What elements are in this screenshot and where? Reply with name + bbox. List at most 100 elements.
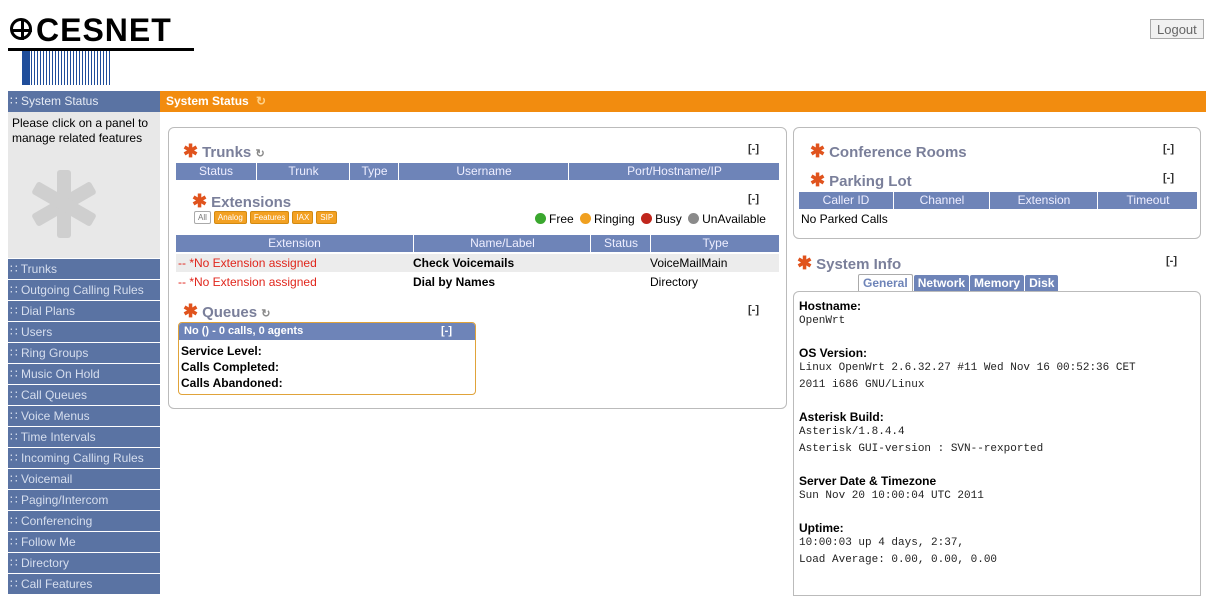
- column-header[interactable]: Extension: [176, 235, 413, 252]
- service-level-label: Service Level:: [181, 344, 262, 358]
- column-header[interactable]: Name/Label: [413, 235, 591, 252]
- queue-toggle[interactable]: [-]: [441, 323, 452, 340]
- table-row[interactable]: -- *No Extension assigned Dial by Names …: [176, 273, 779, 291]
- asterisk-icon: ✱: [192, 191, 208, 211]
- logout-button[interactable]: Logout: [1150, 19, 1204, 39]
- column-header[interactable]: Port/Hostname/IP: [568, 163, 780, 180]
- filter-analog[interactable]: Analog: [213, 211, 247, 225]
- asterisk-icon: ✱: [810, 170, 826, 190]
- grid-icon: ∷: [10, 493, 21, 507]
- table-row[interactable]: -- *No Extension assigned Check Voicemai…: [176, 254, 779, 272]
- system-info-toggle[interactable]: [-]: [1166, 255, 1177, 267]
- column-header[interactable]: Username: [398, 163, 569, 180]
- sidebar-item-conferencing[interactable]: ∷ Conferencing: [8, 510, 160, 531]
- sidebar-item-incoming-calling-rules[interactable]: ∷ Incoming Calling Rules: [8, 447, 160, 468]
- sidebar-item-voicemail[interactable]: ∷ Voicemail: [8, 468, 160, 489]
- sidebar-item-dial-plans[interactable]: ∷ Dial Plans: [8, 300, 160, 321]
- asterisk-gui-line: Asterisk GUI-version : SVN--rexported: [799, 443, 1044, 455]
- extensions-toggle[interactable]: [-]: [748, 193, 759, 205]
- tab-general[interactable]: General: [858, 274, 913, 292]
- column-header[interactable]: Trunk: [256, 163, 350, 180]
- column-header[interactable]: Caller ID: [799, 192, 893, 209]
- trunks-title[interactable]: ✱ Trunks ↻: [183, 141, 265, 162]
- cesnet-logo: CESNET: [8, 8, 198, 88]
- sidebar-item-call-features[interactable]: ∷ Call Features: [8, 573, 160, 594]
- calls-completed-label: Calls Completed:: [181, 360, 280, 374]
- brand-name: CESNET: [36, 12, 172, 48]
- asterisk-icon: ✱: [183, 301, 199, 321]
- hostname-value: OpenWrt: [799, 315, 846, 327]
- page-title-bar: System Status ↻: [160, 91, 1206, 112]
- queue-card: No () - 0 calls, 0 agents [-] Service Le…: [178, 322, 476, 395]
- queues-toggle[interactable]: [-]: [748, 304, 759, 316]
- sidebar-item-paging-intercom[interactable]: ∷ Paging/Intercom: [8, 489, 160, 510]
- extensions-table-header: Extension Name/Label Status Type: [176, 235, 779, 252]
- grid-icon: ∷: [10, 325, 21, 339]
- column-header[interactable]: Type: [349, 163, 399, 180]
- extension-cell: -- *No Extension assigned: [178, 275, 317, 289]
- load-average-line: Load Average: 0.00, 0.00, 0.00: [799, 554, 998, 566]
- column-header[interactable]: Extension: [989, 192, 1098, 209]
- no-parked-calls: No Parked Calls: [801, 212, 888, 226]
- asterisk-icon: ✱: [810, 141, 826, 161]
- ringing-status-icon: [580, 213, 592, 224]
- column-header[interactable]: Channel: [893, 192, 990, 209]
- sidebar-item-ring-groups[interactable]: ∷ Ring Groups: [8, 342, 160, 363]
- queues-title[interactable]: ✱ Queues ↻: [183, 301, 271, 322]
- server-date-label: Server Date & Timezone: [799, 474, 937, 488]
- tab-network[interactable]: Network: [913, 275, 970, 292]
- trunks-table-header: Status Trunk Type Username Port/Hostname…: [176, 163, 779, 180]
- grid-icon: ∷: [10, 409, 21, 423]
- filter-features[interactable]: Features: [249, 211, 290, 225]
- asterisk-icon: ✱: [183, 141, 199, 161]
- sidebar-item-trunks[interactable]: ∷ Trunks: [8, 258, 160, 279]
- extensions-title[interactable]: ✱ Extensions: [192, 191, 291, 212]
- sidebar-item-music-on-hold[interactable]: ∷ Music On Hold: [8, 363, 160, 384]
- system-info-tabs: General Network Memory Disk: [858, 274, 1059, 292]
- sidebar-item-users[interactable]: ∷ Users: [8, 321, 160, 342]
- grid-icon: ∷: [10, 304, 21, 318]
- refresh-icon[interactable]: ↻: [255, 148, 264, 160]
- filter-all[interactable]: All: [194, 211, 211, 225]
- asterisk-build-label: Asterisk Build:: [799, 410, 884, 424]
- parking-table-header: Caller ID Channel Extension Timeout: [799, 192, 1197, 209]
- sidebar-item-directory[interactable]: ∷ Directory: [8, 552, 160, 573]
- system-info-content: Hostname: OpenWrt OS Version: Linux Open…: [793, 291, 1201, 596]
- grid-icon: ∷: [10, 94, 18, 108]
- column-header[interactable]: Status: [590, 235, 651, 252]
- sidebar-item-follow-me[interactable]: ∷ Follow Me: [8, 531, 160, 552]
- column-header[interactable]: Type: [650, 235, 780, 252]
- grid-icon: ∷: [10, 388, 21, 402]
- filter-iax[interactable]: IAX: [292, 211, 314, 225]
- parking-toggle[interactable]: [-]: [1163, 172, 1174, 184]
- column-header[interactable]: Timeout: [1097, 192, 1198, 209]
- refresh-icon[interactable]: ↻: [256, 94, 266, 108]
- logo-bars: [22, 51, 112, 85]
- refresh-icon[interactable]: ↻: [261, 308, 270, 320]
- uptime-label: Uptime:: [799, 521, 844, 535]
- sidebar-item-call-queues[interactable]: ∷ Call Queues: [8, 384, 160, 405]
- sidebar-item-time-intervals[interactable]: ∷ Time Intervals: [8, 426, 160, 447]
- sidebar-item-system-status[interactable]: ∷ System Status: [8, 91, 160, 112]
- tab-memory[interactable]: Memory: [970, 275, 1025, 292]
- tab-disk[interactable]: Disk: [1025, 275, 1059, 292]
- asterisk-logo-icon: [30, 170, 98, 238]
- grid-icon: ∷: [10, 514, 21, 528]
- sidebar-item-outgoing-calling-rules[interactable]: ∷ Outgoing Calling Rules: [8, 279, 160, 300]
- grid-icon: ∷: [10, 535, 21, 549]
- name-cell: Dial by Names: [413, 275, 496, 289]
- conference-toggle[interactable]: [-]: [1163, 143, 1174, 155]
- grid-icon: ∷: [10, 556, 21, 570]
- grid-icon: ∷: [10, 451, 21, 465]
- filter-sip[interactable]: SIP: [316, 211, 338, 225]
- sidebar: ∷ System Status Please click on a panel …: [8, 91, 160, 594]
- calls-abandoned-label: Calls Abandoned:: [181, 376, 283, 390]
- sidebar-item-voice-menus[interactable]: ∷ Voice Menus: [8, 405, 160, 426]
- parking-lot-title[interactable]: ✱ Parking Lot: [810, 170, 912, 191]
- conference-rooms-title[interactable]: ✱ Conference Rooms: [810, 141, 967, 162]
- system-info-title[interactable]: ✱ System Info: [797, 253, 901, 274]
- sidebar-info-text: Please click on a panel to manage relate…: [12, 116, 149, 145]
- column-header[interactable]: Status: [176, 163, 256, 180]
- trunks-toggle[interactable]: [-]: [748, 143, 759, 155]
- asterisk-build-line: Asterisk/1.8.4.4: [799, 426, 905, 438]
